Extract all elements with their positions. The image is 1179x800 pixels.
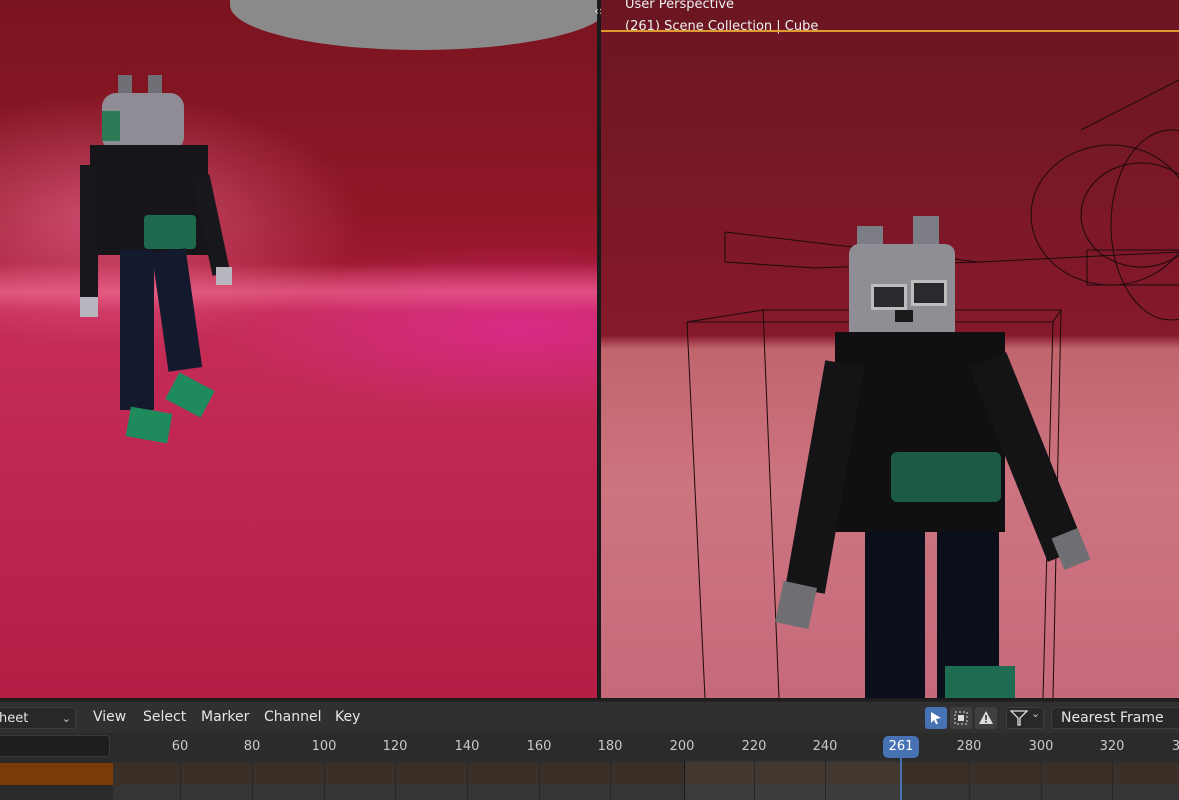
frame-tick: 220 (741, 739, 767, 754)
viewport-rendered[interactable] (0, 0, 597, 698)
grid-line (539, 761, 540, 800)
filter-icon (1009, 710, 1029, 726)
summary-channel[interactable] (0, 763, 113, 785)
character-figure-left (80, 75, 240, 455)
grid-line (1041, 761, 1042, 800)
chevron-down-icon: ⌄ (61, 712, 71, 725)
ceiling-shape (230, 0, 597, 50)
frame-tick: 100 (311, 739, 337, 754)
grid-line (610, 761, 611, 800)
viewport-3d[interactable]: User Perspective (261) Scene Collection … (601, 0, 1179, 698)
frame-tick: 280 (956, 739, 982, 754)
grid-line (252, 761, 253, 800)
select-tool-button[interactable] (925, 707, 947, 729)
grid-line (1112, 761, 1113, 800)
summary-keys-row (113, 763, 1179, 785)
snap-mode-select[interactable]: Nearest Frame (1051, 707, 1179, 729)
grid-line (180, 761, 181, 800)
character-figure-right (775, 212, 1099, 698)
timeline-header: heet ⌄ View Select Marker Channel Key ⌄ … (0, 701, 1179, 734)
menu-key[interactable]: Key (335, 709, 360, 725)
editor-type-select[interactable]: heet ⌄ (0, 707, 76, 729)
box-select-button[interactable] (950, 707, 972, 729)
grid-line (395, 761, 396, 800)
frame-tick: 60 (171, 739, 189, 754)
frame-tick: 200 (669, 739, 695, 754)
frame-tick: 320 (1099, 739, 1125, 754)
menu-marker[interactable]: Marker (201, 709, 249, 725)
frame-tick: 120 (382, 739, 408, 754)
frame-tick: 240 (812, 739, 838, 754)
chevron-down-icon: ⌄ (1031, 707, 1041, 720)
channel-search-input[interactable] (0, 735, 110, 757)
grid-line (754, 761, 755, 800)
warning-button[interactable] (975, 707, 997, 729)
channel-region[interactable] (0, 761, 1179, 800)
cursor-arrow-icon (931, 712, 941, 724)
menu-view[interactable]: View (93, 709, 126, 725)
warning-icon (979, 711, 993, 724)
menu-select[interactable]: Select (143, 709, 186, 725)
grid-line (825, 761, 826, 800)
grid-line (324, 761, 325, 800)
range-edge (684, 761, 685, 800)
box-select-icon (954, 711, 968, 725)
frame-tick: 160 (526, 739, 552, 754)
frame-tick: 3 (1171, 739, 1179, 754)
menu-channel[interactable]: Channel (264, 709, 321, 725)
frame-tick: 300 (1028, 739, 1054, 754)
frame-ruler[interactable]: 60 80 100 120 140 160 180 200 220 240 28… (0, 733, 1179, 761)
frame-tick: 180 (597, 739, 623, 754)
grid-line (969, 761, 970, 800)
grid-line (467, 761, 468, 800)
playhead[interactable] (900, 755, 902, 800)
editor-type-label: heet (0, 711, 29, 726)
object-keys-row (113, 785, 1179, 800)
filter-dropdown[interactable]: ⌄ (1006, 707, 1044, 729)
frame-tick: 140 (454, 739, 480, 754)
frame-tick: 80 (243, 739, 261, 754)
snap-mode-label: Nearest Frame (1061, 710, 1164, 726)
preview-range-shade (684, 761, 901, 800)
